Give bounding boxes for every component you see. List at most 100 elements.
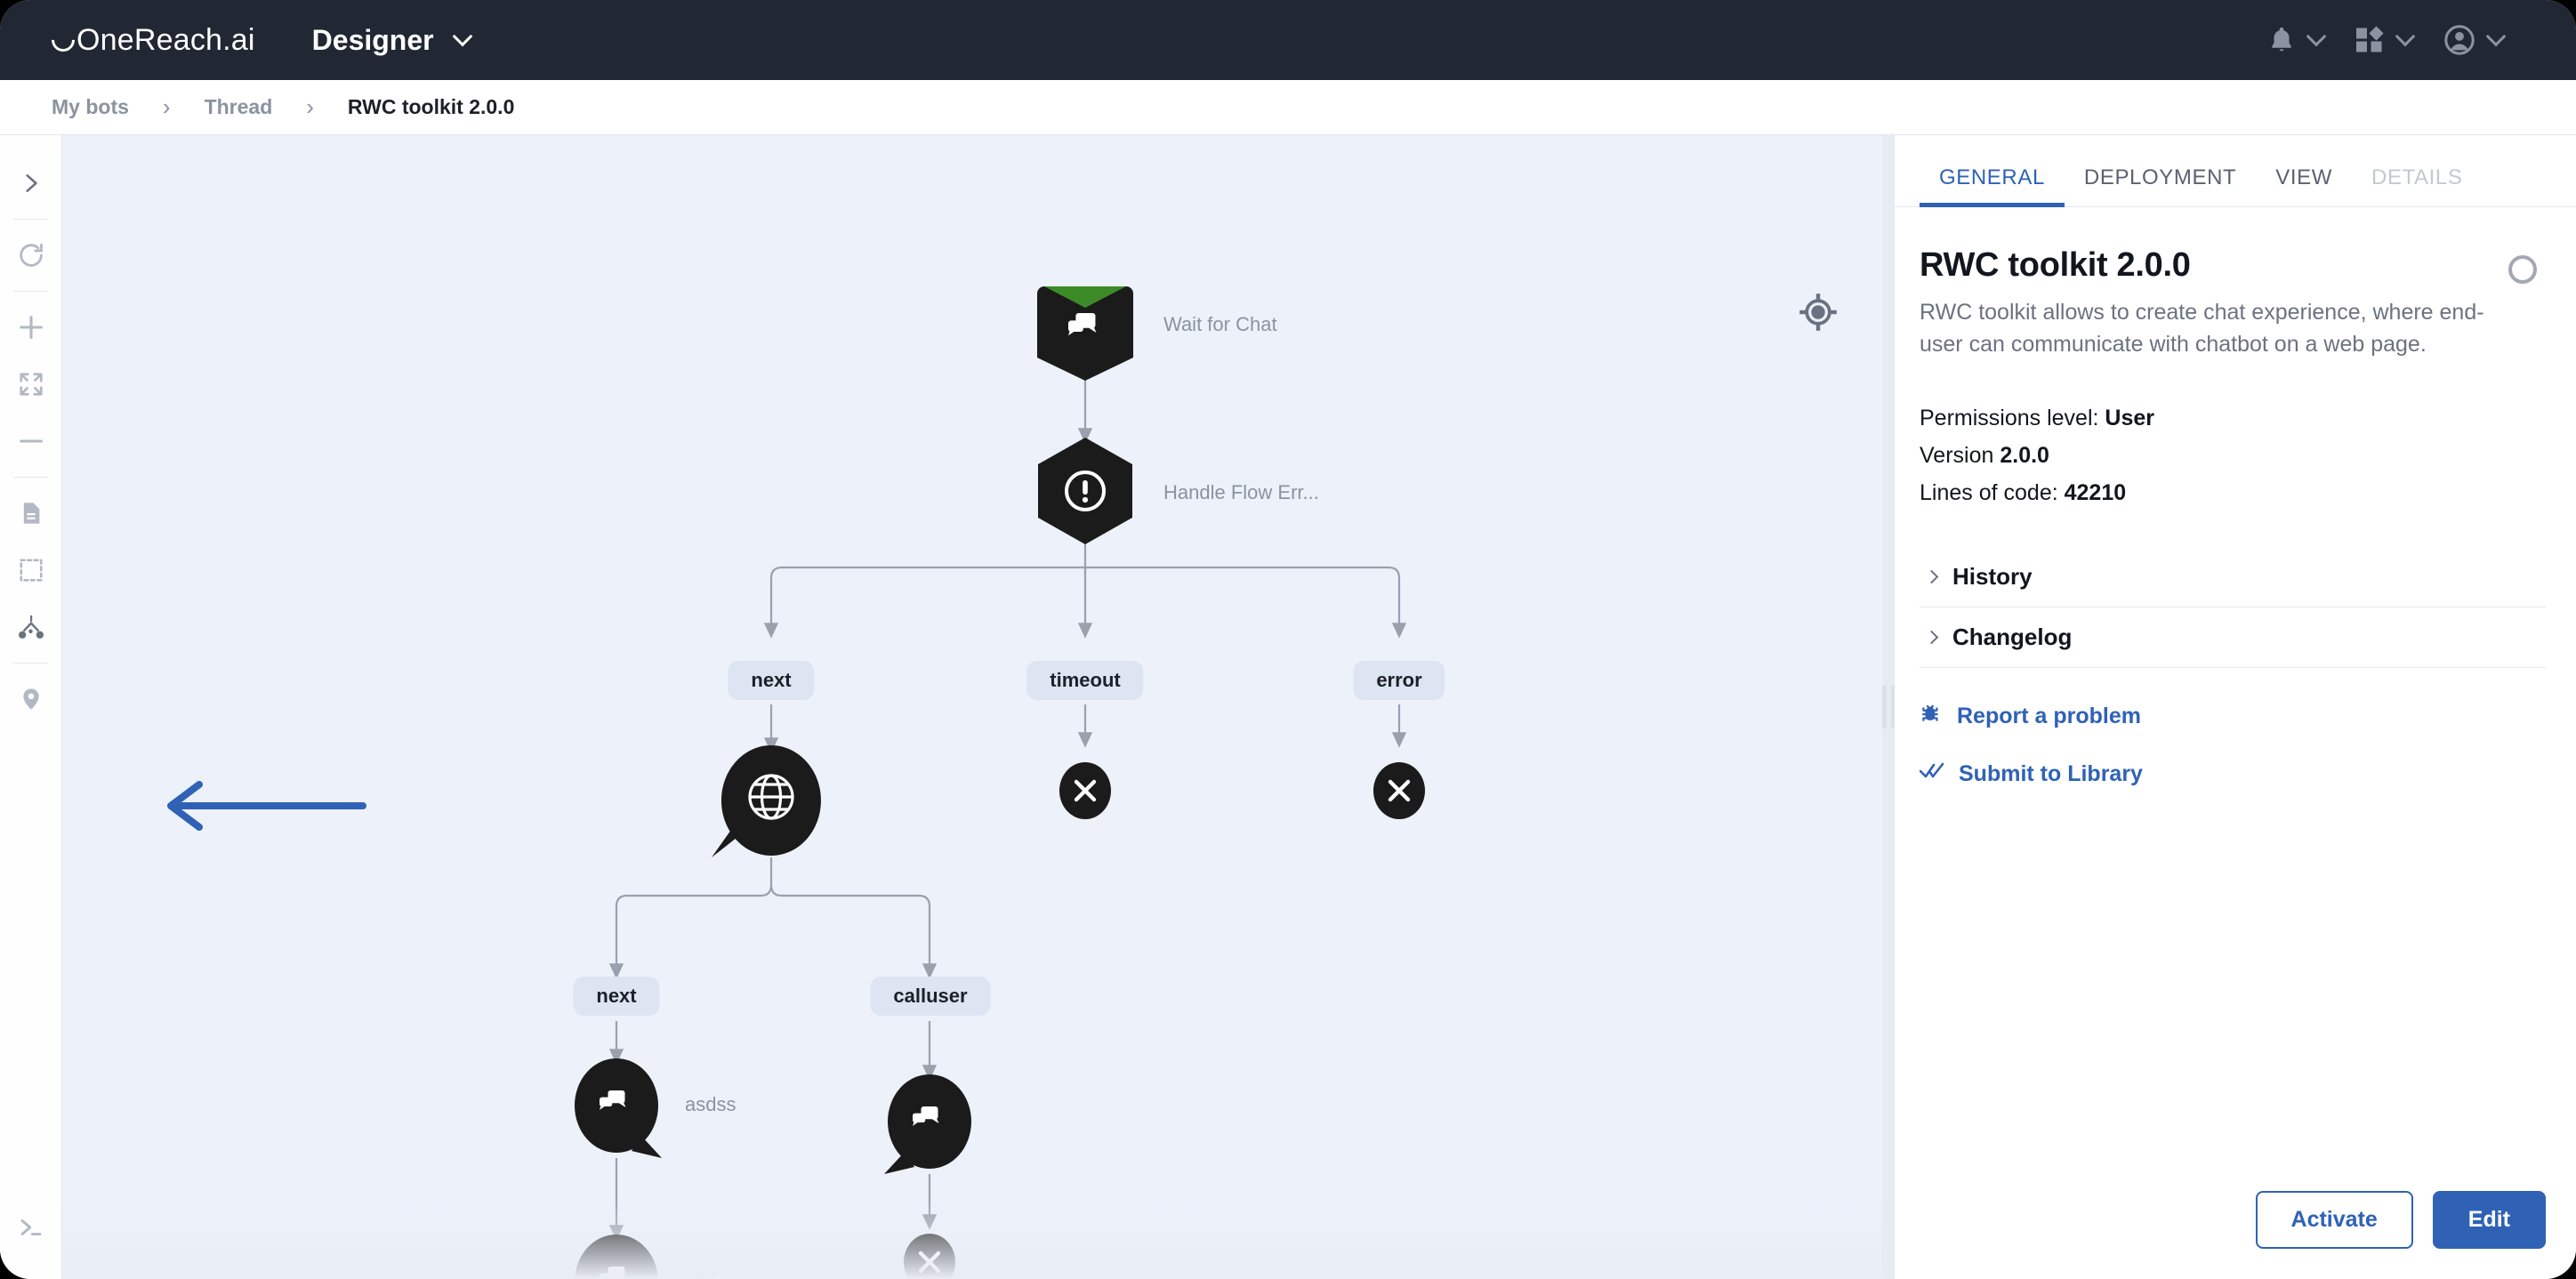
breadcrumb-item-thread[interactable]: Thread	[205, 95, 273, 119]
rail-divider	[13, 291, 49, 292]
node-label-handle-flow-err: Handle Flow Err...	[1163, 481, 1319, 504]
meta-loc-label: Lines of code:	[1920, 480, 2058, 505]
node-label-asd: asd	[685, 1269, 716, 1279]
node-say-asdss	[575, 1058, 662, 1158]
double-check-icon	[1920, 761, 1944, 787]
node-error-end	[1373, 762, 1425, 819]
node-timeout-end	[1059, 762, 1111, 819]
top-bar-actions	[2256, 23, 2540, 57]
tab-general[interactable]: GENERAL	[1920, 165, 2065, 206]
account-chevron-down-icon[interactable]	[2486, 27, 2507, 47]
flow-diagram	[62, 135, 1882, 1279]
account-button[interactable]	[2432, 23, 2514, 57]
top-bar: OneReach.ai Designer	[0, 0, 2576, 80]
chevron-right-icon	[1925, 631, 1939, 645]
panel-links: Report a problem Submit to Library	[1920, 702, 2546, 787]
user-account-icon	[2443, 23, 2476, 57]
notifications-button[interactable]	[2256, 24, 2334, 56]
terminal-icon[interactable]	[6, 1199, 56, 1256]
panel-resize-handle[interactable]	[1882, 135, 1895, 1279]
activate-button[interactable]: Activate	[2256, 1191, 2413, 1249]
onereach-mark-icon	[47, 23, 80, 56]
accordion-history-label: History	[1952, 563, 2033, 591]
rail-divider	[13, 219, 49, 220]
meta-loc-value: 42210	[2065, 480, 2127, 505]
flow-canvas[interactable]: next timeout error next calluser Wait fo…	[62, 135, 1882, 1279]
node-handle-flow-err	[1038, 438, 1132, 544]
node-wait-for-chat	[1037, 286, 1133, 381]
submit-to-library-label: Submit to Library	[1959, 761, 2143, 787]
branch-label-timeout[interactable]: timeout	[1026, 661, 1143, 700]
details-panel: GENERAL DEPLOYMENT VIEW DETAILS RWC tool…	[1895, 135, 2576, 1279]
rail-divider	[13, 477, 49, 478]
bot-meta: Permissions level: User Version 2.0.0 Li…	[1920, 399, 2546, 511]
edit-button[interactable]: Edit	[2433, 1191, 2546, 1249]
meta-version-value: 2.0.0	[2000, 443, 2049, 468]
meta-permissions-value: User	[2105, 406, 2154, 430]
breadcrumb: My bots › Thread › RWC toolkit 2.0.0	[0, 80, 2576, 135]
main-body: next timeout error next calluser Wait fo…	[0, 135, 2576, 1279]
meta-version-label: Version	[1920, 443, 1993, 468]
bug-icon	[1920, 702, 1943, 731]
notifications-bell-icon	[2266, 24, 2297, 56]
accordion-changelog-label: Changelog	[1952, 623, 2072, 651]
rail-divider	[13, 663, 49, 664]
node-calluser-end	[904, 1234, 955, 1279]
accordion-changelog[interactable]: Changelog	[1920, 607, 2546, 668]
breadcrumb-separator: ›	[163, 93, 171, 121]
meta-permissions-level: Permissions level: User	[1920, 399, 2546, 437]
panel-accordions: History Changelog	[1920, 547, 2546, 668]
map-pin-icon[interactable]	[6, 671, 56, 728]
tab-deployment[interactable]: DEPLOYMENT	[2065, 165, 2256, 206]
flow-branch-icon[interactable]	[6, 599, 56, 656]
node-http-request	[712, 745, 821, 857]
center-focus-icon[interactable]	[1797, 291, 1839, 334]
chevron-right-icon	[1925, 570, 1939, 584]
branch-label-next-2[interactable]: next	[573, 977, 659, 1016]
panel-tabs: GENERAL DEPLOYMENT VIEW DETAILS	[1895, 135, 2576, 207]
breadcrumb-item-current[interactable]: RWC toolkit 2.0.0	[348, 95, 514, 119]
tab-details: DETAILS	[2352, 165, 2482, 206]
refresh-icon[interactable]	[6, 227, 56, 284]
apps-chevron-down-icon[interactable]	[2395, 27, 2416, 47]
tab-view[interactable]: VIEW	[2256, 165, 2352, 206]
bot-description: RWC toolkit allows to create chat experi…	[1920, 297, 2489, 360]
branch-label-next[interactable]: next	[728, 661, 814, 700]
report-a-problem-link[interactable]: Report a problem	[1920, 702, 2546, 731]
node-label-wait-for-chat: Wait for Chat	[1163, 313, 1277, 336]
node-label-asdss: asdss	[685, 1093, 736, 1116]
branch-label-error[interactable]: error	[1353, 661, 1445, 700]
app-title: Designer	[312, 24, 434, 57]
report-a-problem-label: Report a problem	[1957, 704, 2141, 729]
panel-content: RWC toolkit 2.0.0 RWC toolkit allows to …	[1895, 207, 2576, 1191]
annotation-arrow-left	[160, 781, 374, 834]
notifications-chevron-down-icon[interactable]	[2306, 27, 2327, 47]
panel-footer: Activate Edit	[1895, 1191, 2576, 1279]
breadcrumb-separator: ›	[306, 93, 314, 121]
panel-title-row: RWC toolkit 2.0.0	[1920, 246, 2546, 285]
apps-button[interactable]	[2343, 24, 2423, 56]
app-switcher-chevron-down-icon[interactable]	[452, 27, 472, 47]
zoom-in-icon[interactable]	[6, 299, 56, 356]
meta-lines-of-code: Lines of code: 42210	[1920, 474, 2546, 511]
apps-grid-icon	[2354, 24, 2386, 56]
left-tool-rail	[0, 135, 62, 1279]
accordion-history[interactable]: History	[1920, 547, 2546, 607]
meta-permissions-label: Permissions level:	[1920, 406, 2098, 430]
status-badge	[2508, 255, 2537, 284]
app-window: OneReach.ai Designer	[0, 0, 2576, 1279]
fit-to-screen-icon[interactable]	[6, 356, 56, 413]
meta-version: Version 2.0.0	[1920, 437, 2546, 474]
marquee-select-icon[interactable]	[6, 542, 56, 599]
zoom-out-icon[interactable]	[6, 413, 56, 470]
submit-to-library-link[interactable]: Submit to Library	[1920, 761, 2546, 787]
branch-label-calluser[interactable]: calluser	[870, 977, 990, 1016]
breadcrumb-item-my-bots[interactable]: My bots	[52, 95, 129, 119]
drag-grip-icon	[1882, 686, 1896, 728]
node-say-calluser	[884, 1074, 971, 1174]
node-say-asd	[575, 1235, 662, 1279]
brand-logo[interactable]: OneReach.ai	[52, 23, 255, 58]
brand-label: OneReach.ai	[76, 23, 255, 58]
expand-panel-icon[interactable]	[6, 155, 56, 212]
document-icon[interactable]	[6, 485, 56, 542]
